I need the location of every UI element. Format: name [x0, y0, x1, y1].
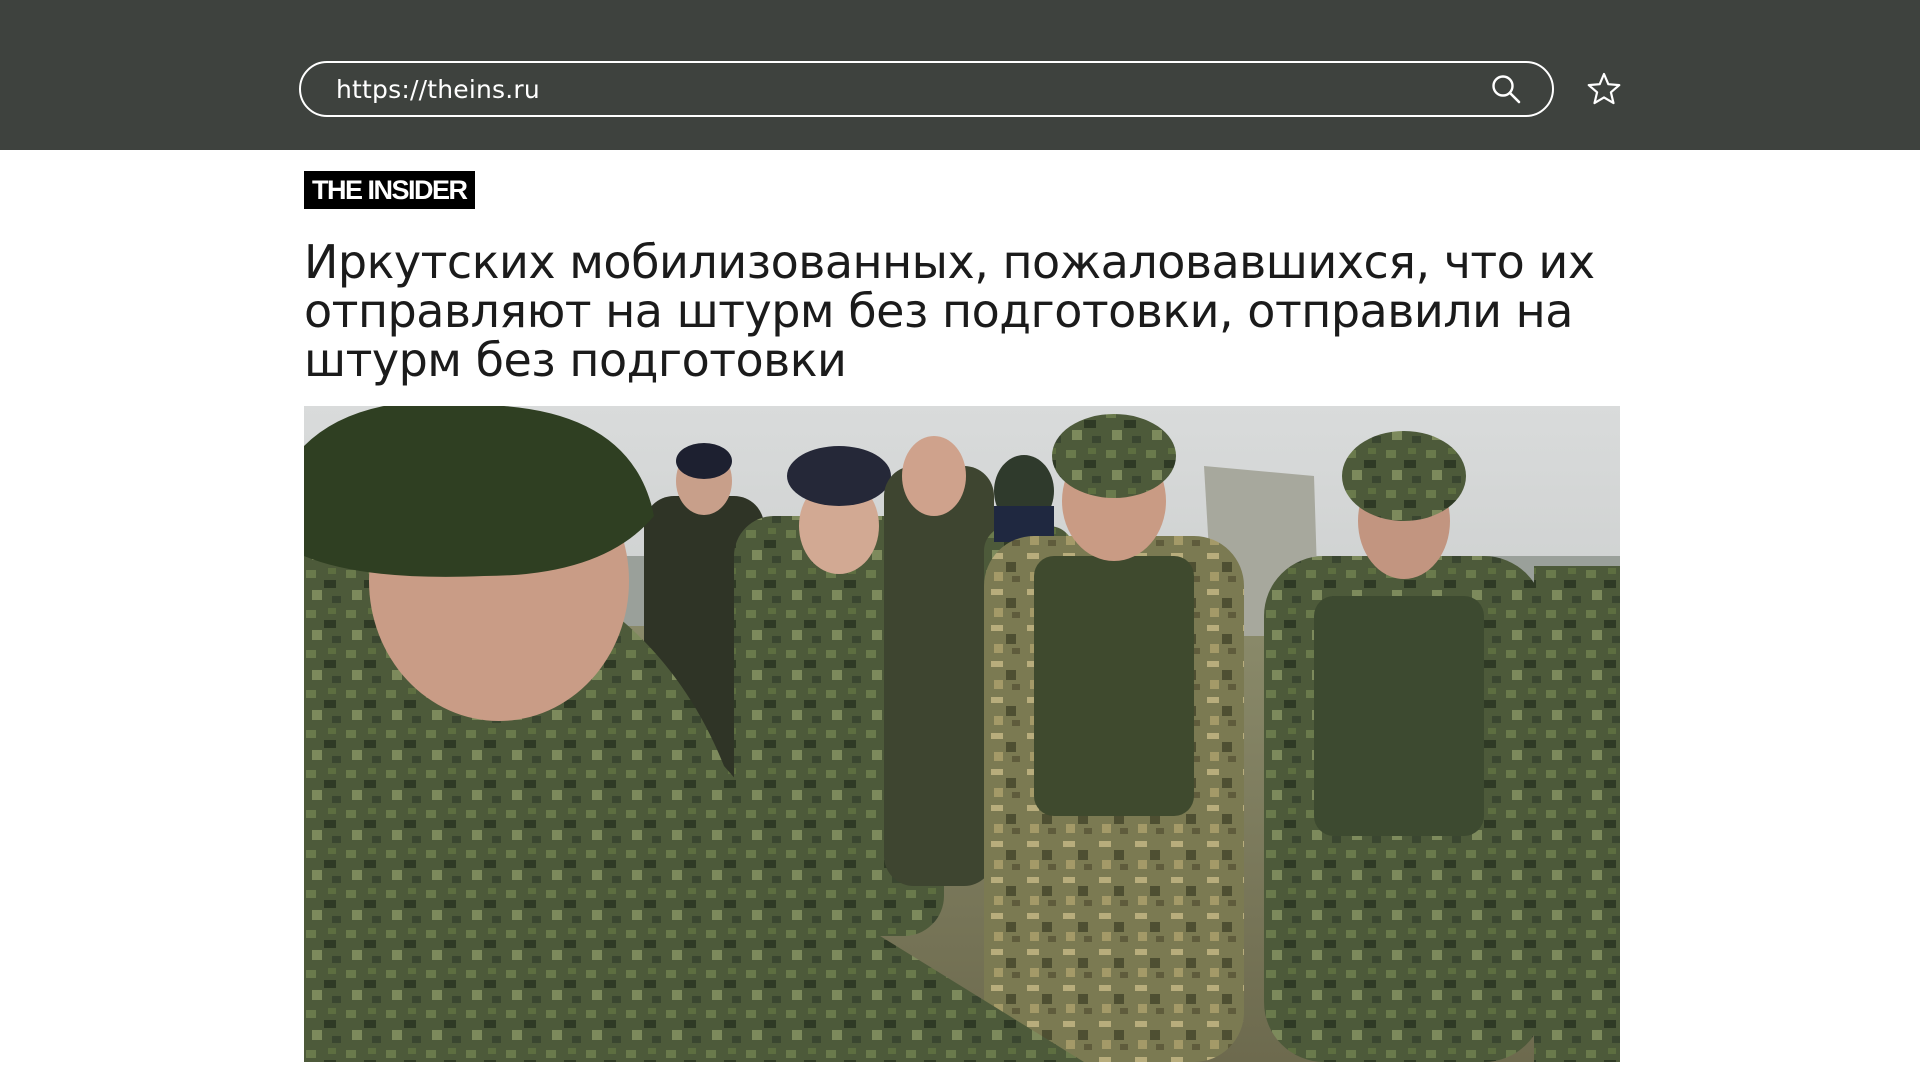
address-bar[interactable]: https://theins.ru [299, 61, 1554, 117]
search-icon[interactable] [1490, 73, 1522, 105]
browser-toolbar: https://theins.ru [0, 0, 1920, 150]
site-logo[interactable]: THE INSIDER [304, 171, 475, 209]
star-icon[interactable] [1586, 71, 1622, 107]
article-photo [304, 406, 1620, 1062]
article-headline: Иркутских мобилизованных, пожаловавшихся… [304, 235, 1595, 387]
address-input[interactable]: https://theins.ru [336, 75, 1490, 104]
